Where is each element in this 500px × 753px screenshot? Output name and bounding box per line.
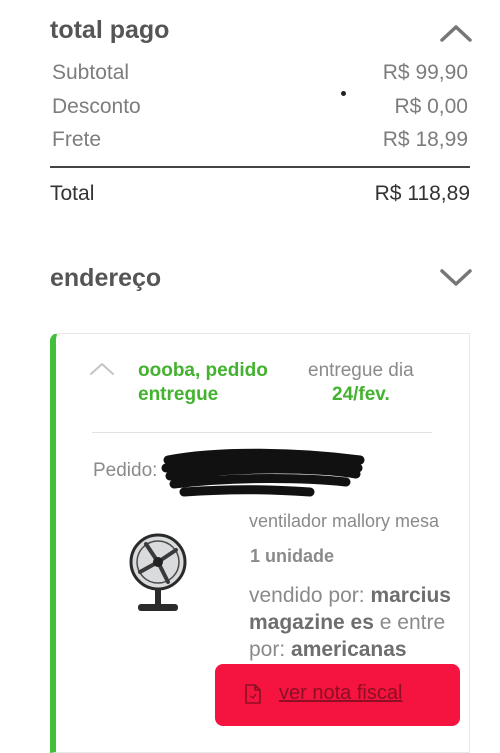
invoice-button[interactable]: ver nota fiscal xyxy=(215,664,460,726)
total-value: R$ 118,89 xyxy=(374,182,470,205)
subtotal-label: Subtotal xyxy=(52,61,130,84)
card-divider xyxy=(92,432,432,433)
invoice-button-label: ver nota fiscal xyxy=(279,682,403,704)
by-label: por: xyxy=(249,638,286,661)
product-quantity: 1 unidade xyxy=(250,546,335,566)
order-number-label: Pedido: xyxy=(93,460,158,481)
document-icon xyxy=(245,684,261,704)
delivered-date: 24/fev. xyxy=(332,384,390,405)
subtotal-value: R$ 99,90 xyxy=(382,61,468,84)
summary-title: total pago xyxy=(50,16,170,44)
seller-name-cont[interactable]: magazine es xyxy=(249,611,374,634)
sold-by-label: vendido por: xyxy=(249,584,365,607)
chevron-up-icon[interactable] xyxy=(440,24,472,42)
redaction-scribble xyxy=(161,448,365,497)
address-title: endereço xyxy=(50,264,162,292)
order-status-line1: oooba, pedido xyxy=(138,360,268,381)
chevron-down-icon[interactable] xyxy=(440,268,472,286)
discount-value: R$ 0,00 xyxy=(394,95,468,118)
shipping-value: R$ 18,99 xyxy=(382,128,468,151)
product-image xyxy=(129,533,187,611)
delivered-label: entregue dia xyxy=(308,360,414,381)
shipping-label: Frete xyxy=(52,128,102,151)
dot-mark xyxy=(341,91,346,96)
product-name[interactable]: ventilador mallory mesa xyxy=(249,511,439,532)
seller-name[interactable]: marcius xyxy=(370,584,451,607)
carrier-name[interactable]: americanas xyxy=(291,638,407,661)
collapse-chevron-icon[interactable] xyxy=(89,362,115,376)
delivered-by-label: e entre xyxy=(379,611,446,634)
seller-line3: por: americanas xyxy=(249,636,407,663)
seller-line2: magazine es e entre xyxy=(249,609,445,636)
discount-label: Desconto xyxy=(52,95,141,118)
total-label: Total xyxy=(50,182,95,205)
total-divider xyxy=(50,166,470,168)
seller-line1: vendido por: marcius xyxy=(249,582,451,609)
order-status-line2: entregue xyxy=(138,384,219,405)
